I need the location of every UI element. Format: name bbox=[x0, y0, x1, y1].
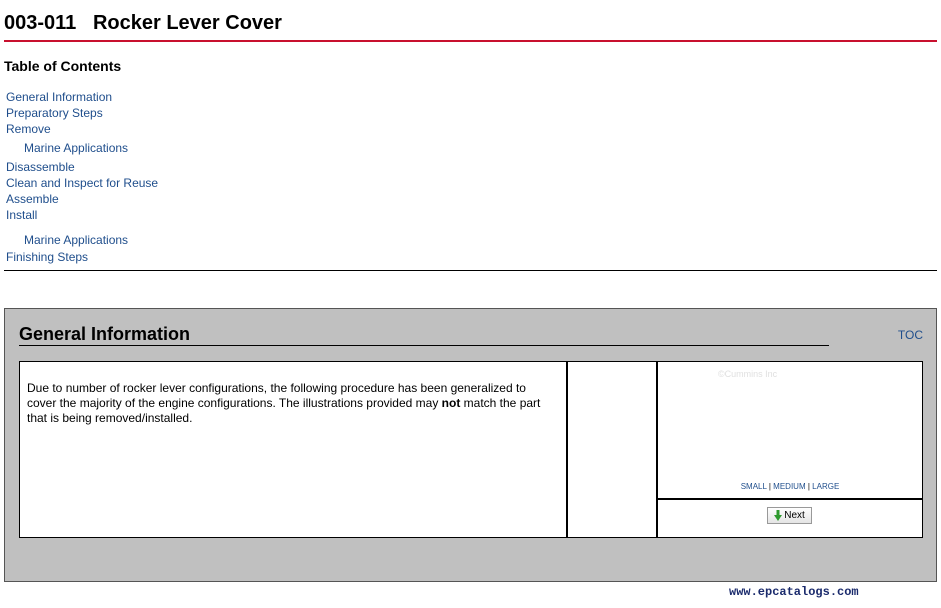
content-table: Due to number of rocker lever configurat… bbox=[19, 361, 923, 538]
illustration-copyright: ©Cummins Inc bbox=[718, 369, 778, 379]
toc-divider bbox=[4, 270, 937, 271]
body-text-emphasis: not bbox=[441, 396, 461, 410]
text-cell: Due to number of rocker lever configurat… bbox=[20, 362, 568, 537]
toc-link-remove-marine-applications[interactable]: Marine Applications bbox=[24, 141, 128, 155]
section-title-divider bbox=[19, 345, 829, 346]
doc-title: Rocker Lever Cover bbox=[92, 12, 282, 34]
size-medium-link[interactable]: MEDIUM bbox=[773, 482, 805, 491]
next-row: Next bbox=[658, 500, 922, 537]
watermark: www.epcatalogs.com bbox=[729, 585, 859, 599]
toc-link-general-information[interactable]: General Information bbox=[6, 90, 112, 104]
toc-heading: Table of Contents bbox=[4, 58, 122, 74]
toc-link-assemble[interactable]: Assemble bbox=[6, 192, 59, 206]
page-title: 003-011 Rocker Lever Cover bbox=[4, 12, 282, 35]
section-title: General Information bbox=[19, 324, 191, 344]
general-information-section: General Information TOC Due to number of… bbox=[4, 308, 937, 582]
toc-link-disassemble[interactable]: Disassemble bbox=[6, 160, 75, 174]
size-large-link[interactable]: LARGE bbox=[812, 482, 839, 491]
toc-back-link[interactable]: TOC bbox=[898, 328, 923, 342]
toc-link-finishing-steps[interactable]: Finishing Steps bbox=[6, 250, 88, 264]
toc-link-preparatory-steps[interactable]: Preparatory Steps bbox=[6, 106, 103, 120]
next-button[interactable]: Next bbox=[767, 507, 812, 524]
size-separator: | bbox=[768, 482, 771, 491]
size-separator: | bbox=[807, 482, 810, 491]
down-arrow-icon bbox=[774, 510, 783, 521]
blank-cell bbox=[568, 362, 658, 537]
illustration-cell: ©Cummins Inc SMALL | MEDIUM | LARGE Next bbox=[658, 362, 922, 537]
size-small-link[interactable]: SMALL bbox=[741, 482, 767, 491]
doc-number: 003-011 bbox=[4, 12, 77, 34]
toc-link-remove[interactable]: Remove bbox=[6, 122, 51, 136]
toc-link-install[interactable]: Install bbox=[6, 208, 37, 222]
illustration-area: ©Cummins Inc SMALL | MEDIUM | LARGE bbox=[658, 362, 922, 500]
toc-link-clean-and-inspect[interactable]: Clean and Inspect for Reuse bbox=[6, 176, 158, 190]
toc-link-install-marine-applications[interactable]: Marine Applications bbox=[24, 233, 128, 247]
next-button-label: Next bbox=[784, 510, 805, 521]
image-size-links: SMALL | MEDIUM | LARGE bbox=[658, 482, 922, 491]
body-text: Due to number of rocker lever configurat… bbox=[27, 381, 557, 426]
title-divider bbox=[4, 40, 937, 42]
